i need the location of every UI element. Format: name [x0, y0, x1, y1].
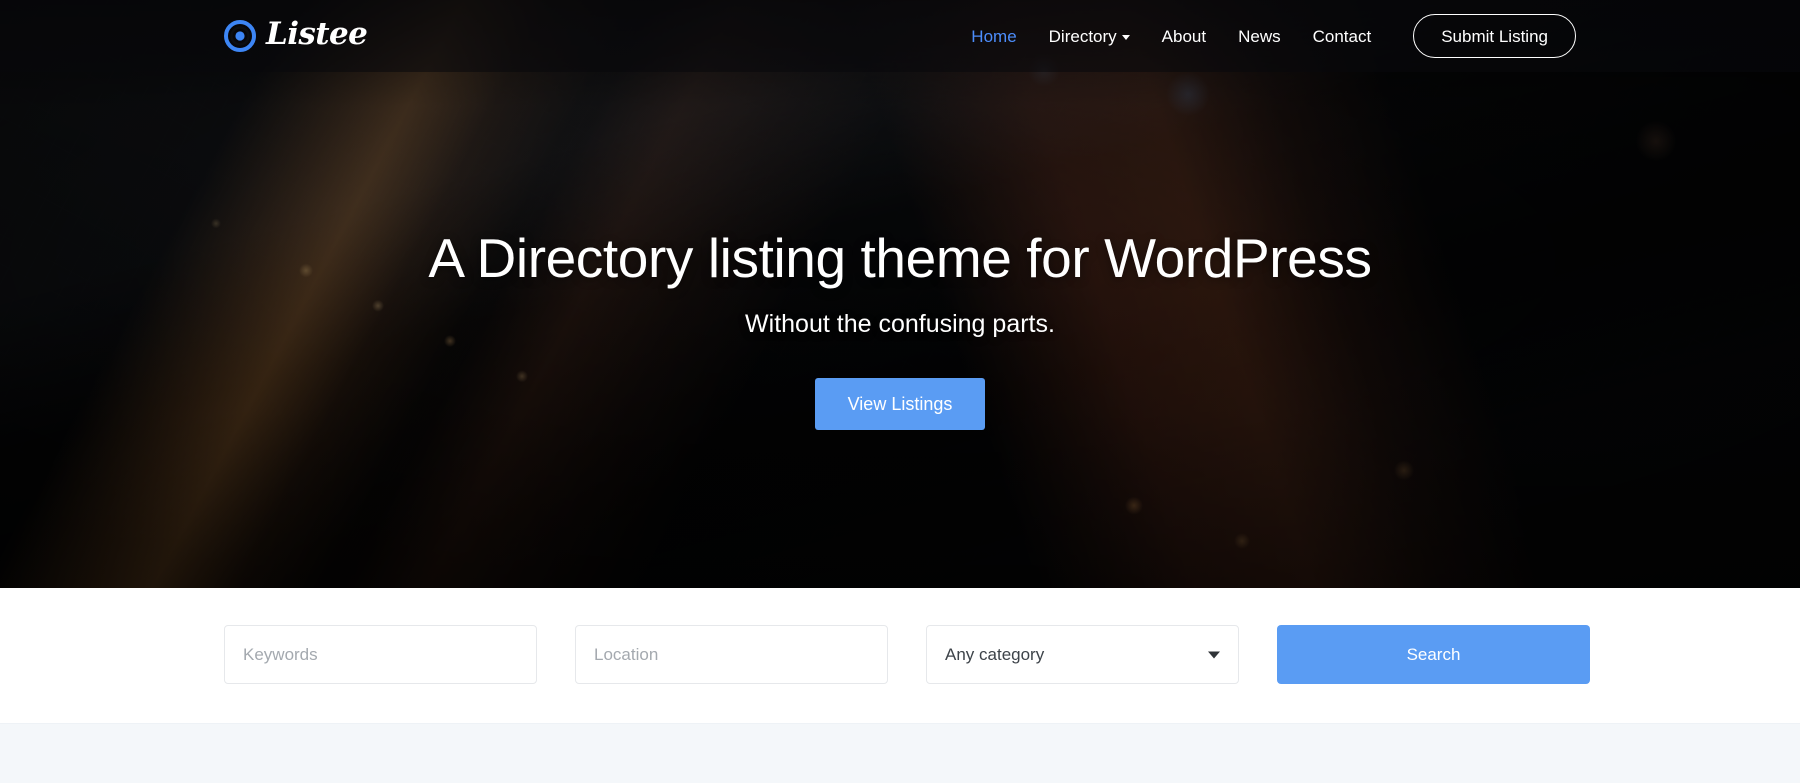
location-field[interactable] — [575, 625, 888, 684]
nav-item-news-label: News — [1238, 26, 1281, 46]
lower-content-section — [0, 723, 1800, 783]
nav-item-contact[interactable]: Contact — [1297, 18, 1388, 55]
nav-item-directory-label: Directory — [1048, 26, 1117, 46]
page-root: Listee Home Directory About News Contact — [0, 0, 1800, 783]
nav-item-contact-label: Contact — [1312, 26, 1372, 46]
hero-subtitle: Without the confusing parts. — [745, 309, 1055, 338]
search-bar-inner: Any category Search — [224, 625, 1590, 684]
main-navigation: Home Directory About News Contact Submit… — [955, 14, 1576, 58]
view-listings-button[interactable]: View Listings — [814, 377, 986, 430]
nav-item-about-label: About — [1161, 26, 1207, 46]
nav-item-home[interactable]: Home — [955, 18, 1032, 55]
nav-item-about[interactable]: About — [1146, 18, 1222, 55]
search-button[interactable]: Search — [1277, 625, 1590, 684]
search-bar-section: Any category Search — [0, 588, 1800, 723]
hero-section: Listee Home Directory About News Contact — [0, 0, 1800, 588]
hero-content: A Directory listing theme for WordPress … — [0, 228, 1800, 430]
chevron-down-icon — [1121, 34, 1130, 40]
chevron-down-icon — [1208, 651, 1220, 658]
brand-name: Listee — [266, 16, 368, 52]
keywords-field[interactable] — [224, 625, 537, 684]
nav-item-home-label: Home — [971, 26, 1017, 46]
category-select-value: Any category — [945, 645, 1045, 664]
site-header: Listee Home Directory About News Contact — [0, 0, 1800, 72]
target-circle-icon — [224, 20, 256, 52]
submit-listing-label: Submit Listing — [1441, 26, 1548, 46]
brand-logo-link[interactable]: Listee — [224, 16, 368, 53]
hero-title: A Directory listing theme for WordPress — [428, 227, 1372, 289]
search-button-label: Search — [1406, 645, 1461, 664]
submit-listing-button[interactable]: Submit Listing — [1413, 14, 1576, 58]
nav-item-news[interactable]: News — [1222, 18, 1297, 55]
search-input-keywords[interactable] — [243, 644, 518, 665]
category-select[interactable]: Any category — [926, 625, 1239, 684]
nav-item-directory[interactable]: Directory — [1033, 18, 1146, 55]
search-input-location[interactable] — [594, 644, 869, 665]
view-listings-label: View Listings — [847, 393, 953, 414]
